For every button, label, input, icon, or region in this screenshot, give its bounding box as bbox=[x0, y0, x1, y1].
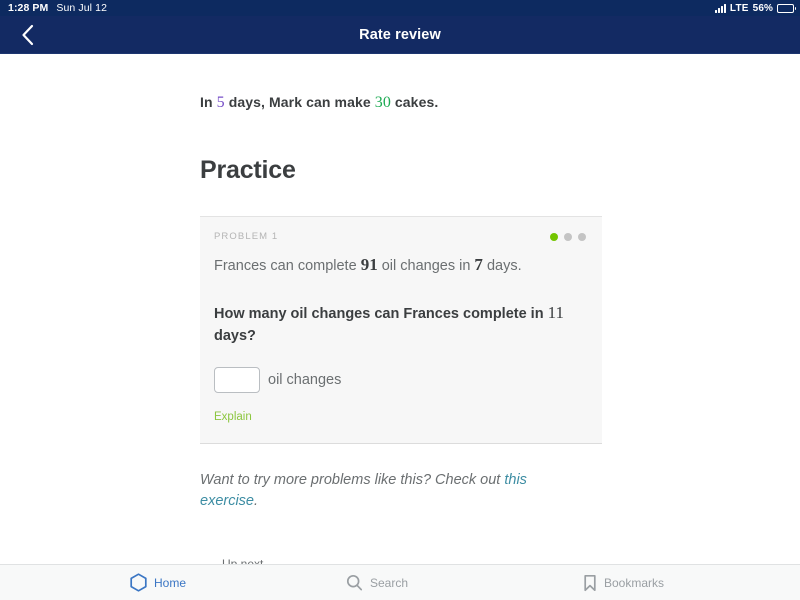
status-bar-left: 1:28 PM Sun Jul 12 bbox=[8, 2, 107, 14]
status-bar-right: LTE 56% bbox=[714, 2, 796, 14]
practice-heading: Practice bbox=[200, 156, 296, 184]
progress-dot-2 bbox=[564, 232, 572, 241]
problem-number-label: PROBLEM 1 bbox=[214, 231, 279, 242]
answer-row: oil changes bbox=[214, 366, 586, 393]
problem-statement: Frances can complete 91 oil changes in 7… bbox=[214, 254, 586, 277]
page-title: Rate review bbox=[359, 26, 441, 43]
tab-bookmarks-label: Bookmarks bbox=[603, 575, 665, 590]
explain-link[interactable]: Explain bbox=[214, 411, 252, 423]
statement-prefix: Frances can complete bbox=[214, 258, 361, 274]
answer-input[interactable] bbox=[214, 366, 260, 393]
bookmark-icon bbox=[583, 574, 597, 592]
bottom-tab-bar: Home Search Bookmarks bbox=[0, 564, 800, 600]
statement-value-days: 7 bbox=[474, 255, 483, 274]
summary-prefix: In bbox=[200, 94, 217, 110]
status-date: Sun Jul 12 bbox=[56, 2, 108, 14]
question-suffix: days? bbox=[214, 327, 256, 344]
summary-suffix: cakes. bbox=[390, 94, 439, 110]
tab-home[interactable]: Home bbox=[130, 573, 295, 592]
try-more-text: Want to try more problems like this? Che… bbox=[200, 470, 560, 514]
question-value-days: 11 bbox=[547, 302, 564, 322]
app-root: 1:28 PM Sun Jul 12 LTE 56% Rate review I… bbox=[0, 0, 800, 600]
tab-bookmarks[interactable]: Bookmarks bbox=[499, 574, 670, 592]
summary-statement: In 5 days, Mark can make 30 cakes. bbox=[200, 94, 602, 112]
up-next-label: Up next bbox=[222, 557, 602, 564]
problem-question: How many oil changes can Frances complet… bbox=[214, 301, 579, 347]
content-scroll-area[interactable]: In 5 days, Mark can make 30 cakes. Pract… bbox=[0, 54, 800, 564]
question-prefix: How many oil changes can Frances complet… bbox=[214, 305, 548, 322]
problem-card: PROBLEM 1 Frances can complete 91 oil ch… bbox=[200, 216, 602, 444]
status-battery-percent: 56% bbox=[752, 2, 773, 14]
answer-unit-label: oil changes bbox=[268, 371, 342, 388]
problem-card-header: PROBLEM 1 bbox=[214, 231, 586, 242]
hexagon-icon bbox=[130, 573, 147, 592]
nav-bar: Rate review bbox=[0, 16, 800, 54]
summary-days-value: 5 bbox=[216, 94, 225, 111]
battery-icon bbox=[777, 3, 796, 13]
statement-value-oil-changes: 91 bbox=[360, 255, 378, 274]
progress-dot-1 bbox=[550, 232, 558, 241]
content-inner: In 5 days, Mark can make 30 cakes. Pract… bbox=[200, 54, 602, 564]
try-more-prefix: Want to try more problems like this? Che… bbox=[200, 471, 505, 488]
tab-home-label: Home bbox=[154, 575, 187, 590]
signal-bars-icon bbox=[714, 3, 726, 13]
statement-middle: oil changes in bbox=[377, 258, 475, 274]
search-icon bbox=[346, 574, 363, 592]
tab-search-label: Search bbox=[369, 575, 409, 590]
summary-middle: days, Mark can make bbox=[224, 94, 375, 110]
chevron-left-icon bbox=[21, 24, 33, 45]
tab-search[interactable]: Search bbox=[295, 574, 500, 592]
status-time: 1:28 PM bbox=[8, 2, 49, 14]
up-next-section: Up next Multiple rates word problem bbox=[200, 557, 602, 564]
status-bar: 1:28 PM Sun Jul 12 LTE 56% bbox=[0, 0, 800, 16]
summary-cakes-value: 30 bbox=[374, 94, 391, 111]
status-carrier: LTE bbox=[729, 2, 749, 14]
try-more-suffix: . bbox=[254, 493, 259, 510]
progress-dot-3 bbox=[578, 232, 586, 241]
back-button[interactable] bbox=[8, 16, 46, 53]
problem-progress-dots bbox=[550, 232, 586, 241]
statement-suffix: days. bbox=[482, 258, 522, 274]
